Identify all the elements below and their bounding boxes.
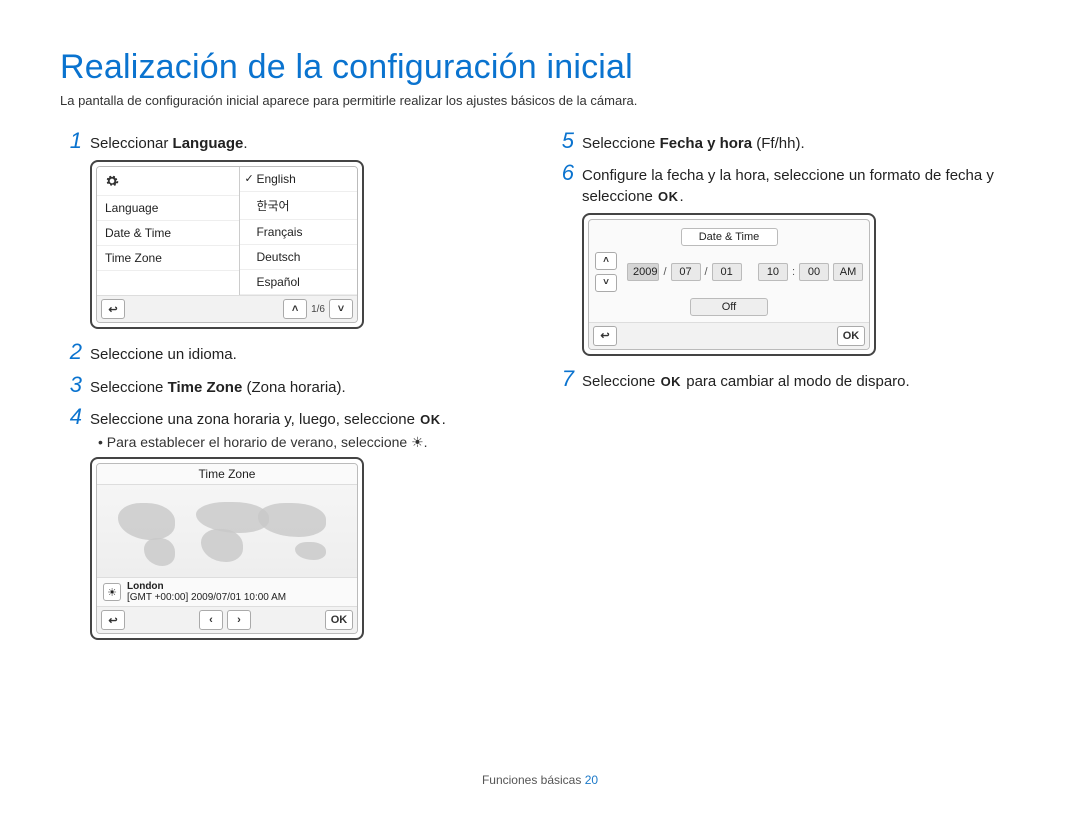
step-text: Configure la fecha y la hora, seleccione… [582, 166, 1020, 207]
page-up-button[interactable]: ˄ [283, 299, 307, 319]
pager: ˄ 1/6 ˅ [283, 299, 353, 319]
continent-shape [295, 542, 326, 560]
separator: / [705, 266, 708, 278]
step-text: Seleccionar Language. [90, 134, 248, 154]
back-button[interactable]: ↩ [101, 299, 125, 319]
hour-field[interactable]: 10 [758, 263, 788, 281]
step-6: 6 Configure la fecha y la hora, seleccio… [552, 160, 1020, 207]
screen-inner: Date & Time ˄ ˅ 2009 / 07 / 01 [588, 219, 870, 350]
language-option-korean[interactable]: 한국어 [240, 192, 357, 220]
screen-inner: Language Date & Time Time Zone English 한… [96, 166, 358, 323]
step-number: 7 [552, 366, 574, 392]
step-number: 1 [60, 128, 82, 154]
back-button[interactable]: ↩ [593, 326, 617, 346]
page-title: Realización de la configuración inicial [60, 48, 1020, 87]
step-1: 1 Seleccionar Language. [60, 128, 528, 154]
timezone-footer-bar: ↩ ‹ › OK [97, 606, 357, 633]
step-number: 5 [552, 128, 574, 154]
increase-button[interactable]: ˄ [595, 252, 617, 270]
language-option-deutsch[interactable]: Deutsch [240, 245, 357, 270]
sun-icon: ☀ [411, 434, 424, 450]
step-text: Seleccione OK para cambiar al modo de di… [582, 372, 910, 392]
two-column-layout: 1 Seleccionar Language. Language Date & … [60, 122, 1020, 650]
language-body: Language Date & Time Time Zone English 한… [97, 167, 357, 295]
page-indicator: 1/6 [311, 304, 325, 315]
language-option-english[interactable]: English [240, 167, 357, 192]
day-field[interactable]: 01 [712, 263, 742, 281]
page-subtitle: La pantalla de configuración inicial apa… [60, 93, 1020, 108]
language-footer-bar: ↩ ˄ 1/6 ˅ [97, 295, 357, 322]
value-arrows: ˄ ˅ [595, 252, 617, 292]
continent-shape [144, 538, 175, 566]
continent-shape [118, 503, 175, 540]
datetime-footer-bar: ↩ OK [589, 322, 869, 349]
step-number: 6 [552, 160, 574, 186]
ok-icon: OK [657, 189, 680, 204]
language-options-panel: English 한국어 Français Deutsch Español [240, 167, 357, 295]
timezone-screen-illustration: Time Zone ☀ London [GMT +00:00] 2009 [90, 457, 364, 640]
minute-field[interactable]: 00 [799, 263, 829, 281]
year-field[interactable]: 2009 [627, 263, 659, 281]
step-text: Seleccione una zona horaria y, luego, se… [90, 410, 446, 430]
right-column: 5 Seleccione Fecha y hora (Ff/hh). 6 Con… [552, 122, 1020, 650]
next-button[interactable]: › [227, 610, 251, 630]
datetime-screen-illustration: Date & Time ˄ ˅ 2009 / 07 / 01 [582, 213, 876, 356]
settings-item-date-time[interactable]: Date & Time [97, 221, 239, 246]
language-option-espanol[interactable]: Español [240, 270, 357, 295]
decrease-button[interactable]: ˅ [595, 274, 617, 292]
nav-arrows: ‹ › [199, 610, 251, 630]
step-4: 4 Seleccione una zona horaria y, luego, … [60, 404, 528, 430]
datetime-value-row: ˄ ˅ 2009 / 07 / 01 10 : 00 A [595, 252, 863, 292]
settings-item-time-zone[interactable]: Time Zone [97, 246, 239, 271]
step-4-bullet: Para establecer el horario de verano, se… [98, 434, 528, 451]
ok-icon: OK [419, 412, 442, 427]
month-field[interactable]: 07 [671, 263, 701, 281]
timezone-info-text: London [GMT +00:00] 2009/07/01 10:00 AM [127, 581, 286, 603]
step-7: 7 Seleccione OK para cambiar al modo de … [552, 366, 1020, 392]
section-label: Funciones básicas [482, 773, 581, 787]
step-text: Seleccione Fecha y hora (Ff/hh). [582, 134, 805, 154]
page-footer: Funciones básicas 20 [0, 773, 1080, 787]
continent-shape [201, 529, 243, 562]
settings-left-panel: Language Date & Time Time Zone [97, 167, 240, 295]
timezone-info-row: ☀ London [GMT +00:00] 2009/07/01 10:00 A… [97, 577, 357, 606]
back-button[interactable]: ↩ [101, 610, 125, 630]
continent-shape [258, 503, 326, 536]
step-text: Seleccione Time Zone (Zona horaria). [90, 378, 346, 398]
step-number: 4 [60, 404, 82, 430]
step-2: 2 Seleccione un idioma. [60, 339, 528, 365]
dst-button[interactable]: ☀ [103, 583, 121, 601]
left-column: 1 Seleccionar Language. Language Date & … [60, 122, 528, 650]
ok-button[interactable]: OK [837, 326, 865, 346]
step-text: Seleccione un idioma. [90, 345, 237, 365]
gear-icon [97, 167, 239, 196]
manual-page: Realización de la configuración inicial … [0, 0, 1080, 815]
datetime-title: Date & Time [681, 228, 778, 246]
language-option-francais[interactable]: Français [240, 220, 357, 245]
world-map[interactable] [97, 485, 357, 577]
step-5: 5 Seleccione Fecha y hora (Ff/hh). [552, 128, 1020, 154]
screen-inner: Time Zone ☀ London [GMT +00:00] 2009 [96, 463, 358, 634]
settings-item-language[interactable]: Language [97, 196, 239, 221]
ampm-field[interactable]: AM [833, 263, 863, 281]
prev-button[interactable]: ‹ [199, 610, 223, 630]
ok-icon: OK [660, 374, 683, 389]
datetime-body: Date & Time ˄ ˅ 2009 / 07 / 01 [589, 220, 869, 322]
separator: / [663, 266, 666, 278]
separator: : [792, 266, 795, 278]
step-number: 2 [60, 339, 82, 365]
timezone-title: Time Zone [97, 464, 357, 485]
step-number: 3 [60, 372, 82, 398]
page-number: 20 [585, 773, 598, 787]
page-down-button[interactable]: ˅ [329, 299, 353, 319]
language-screen-illustration: Language Date & Time Time Zone English 한… [90, 160, 364, 329]
step-3: 3 Seleccione Time Zone (Zona horaria). [60, 372, 528, 398]
date-format-off[interactable]: Off [690, 298, 768, 316]
ok-button[interactable]: OK [325, 610, 353, 630]
